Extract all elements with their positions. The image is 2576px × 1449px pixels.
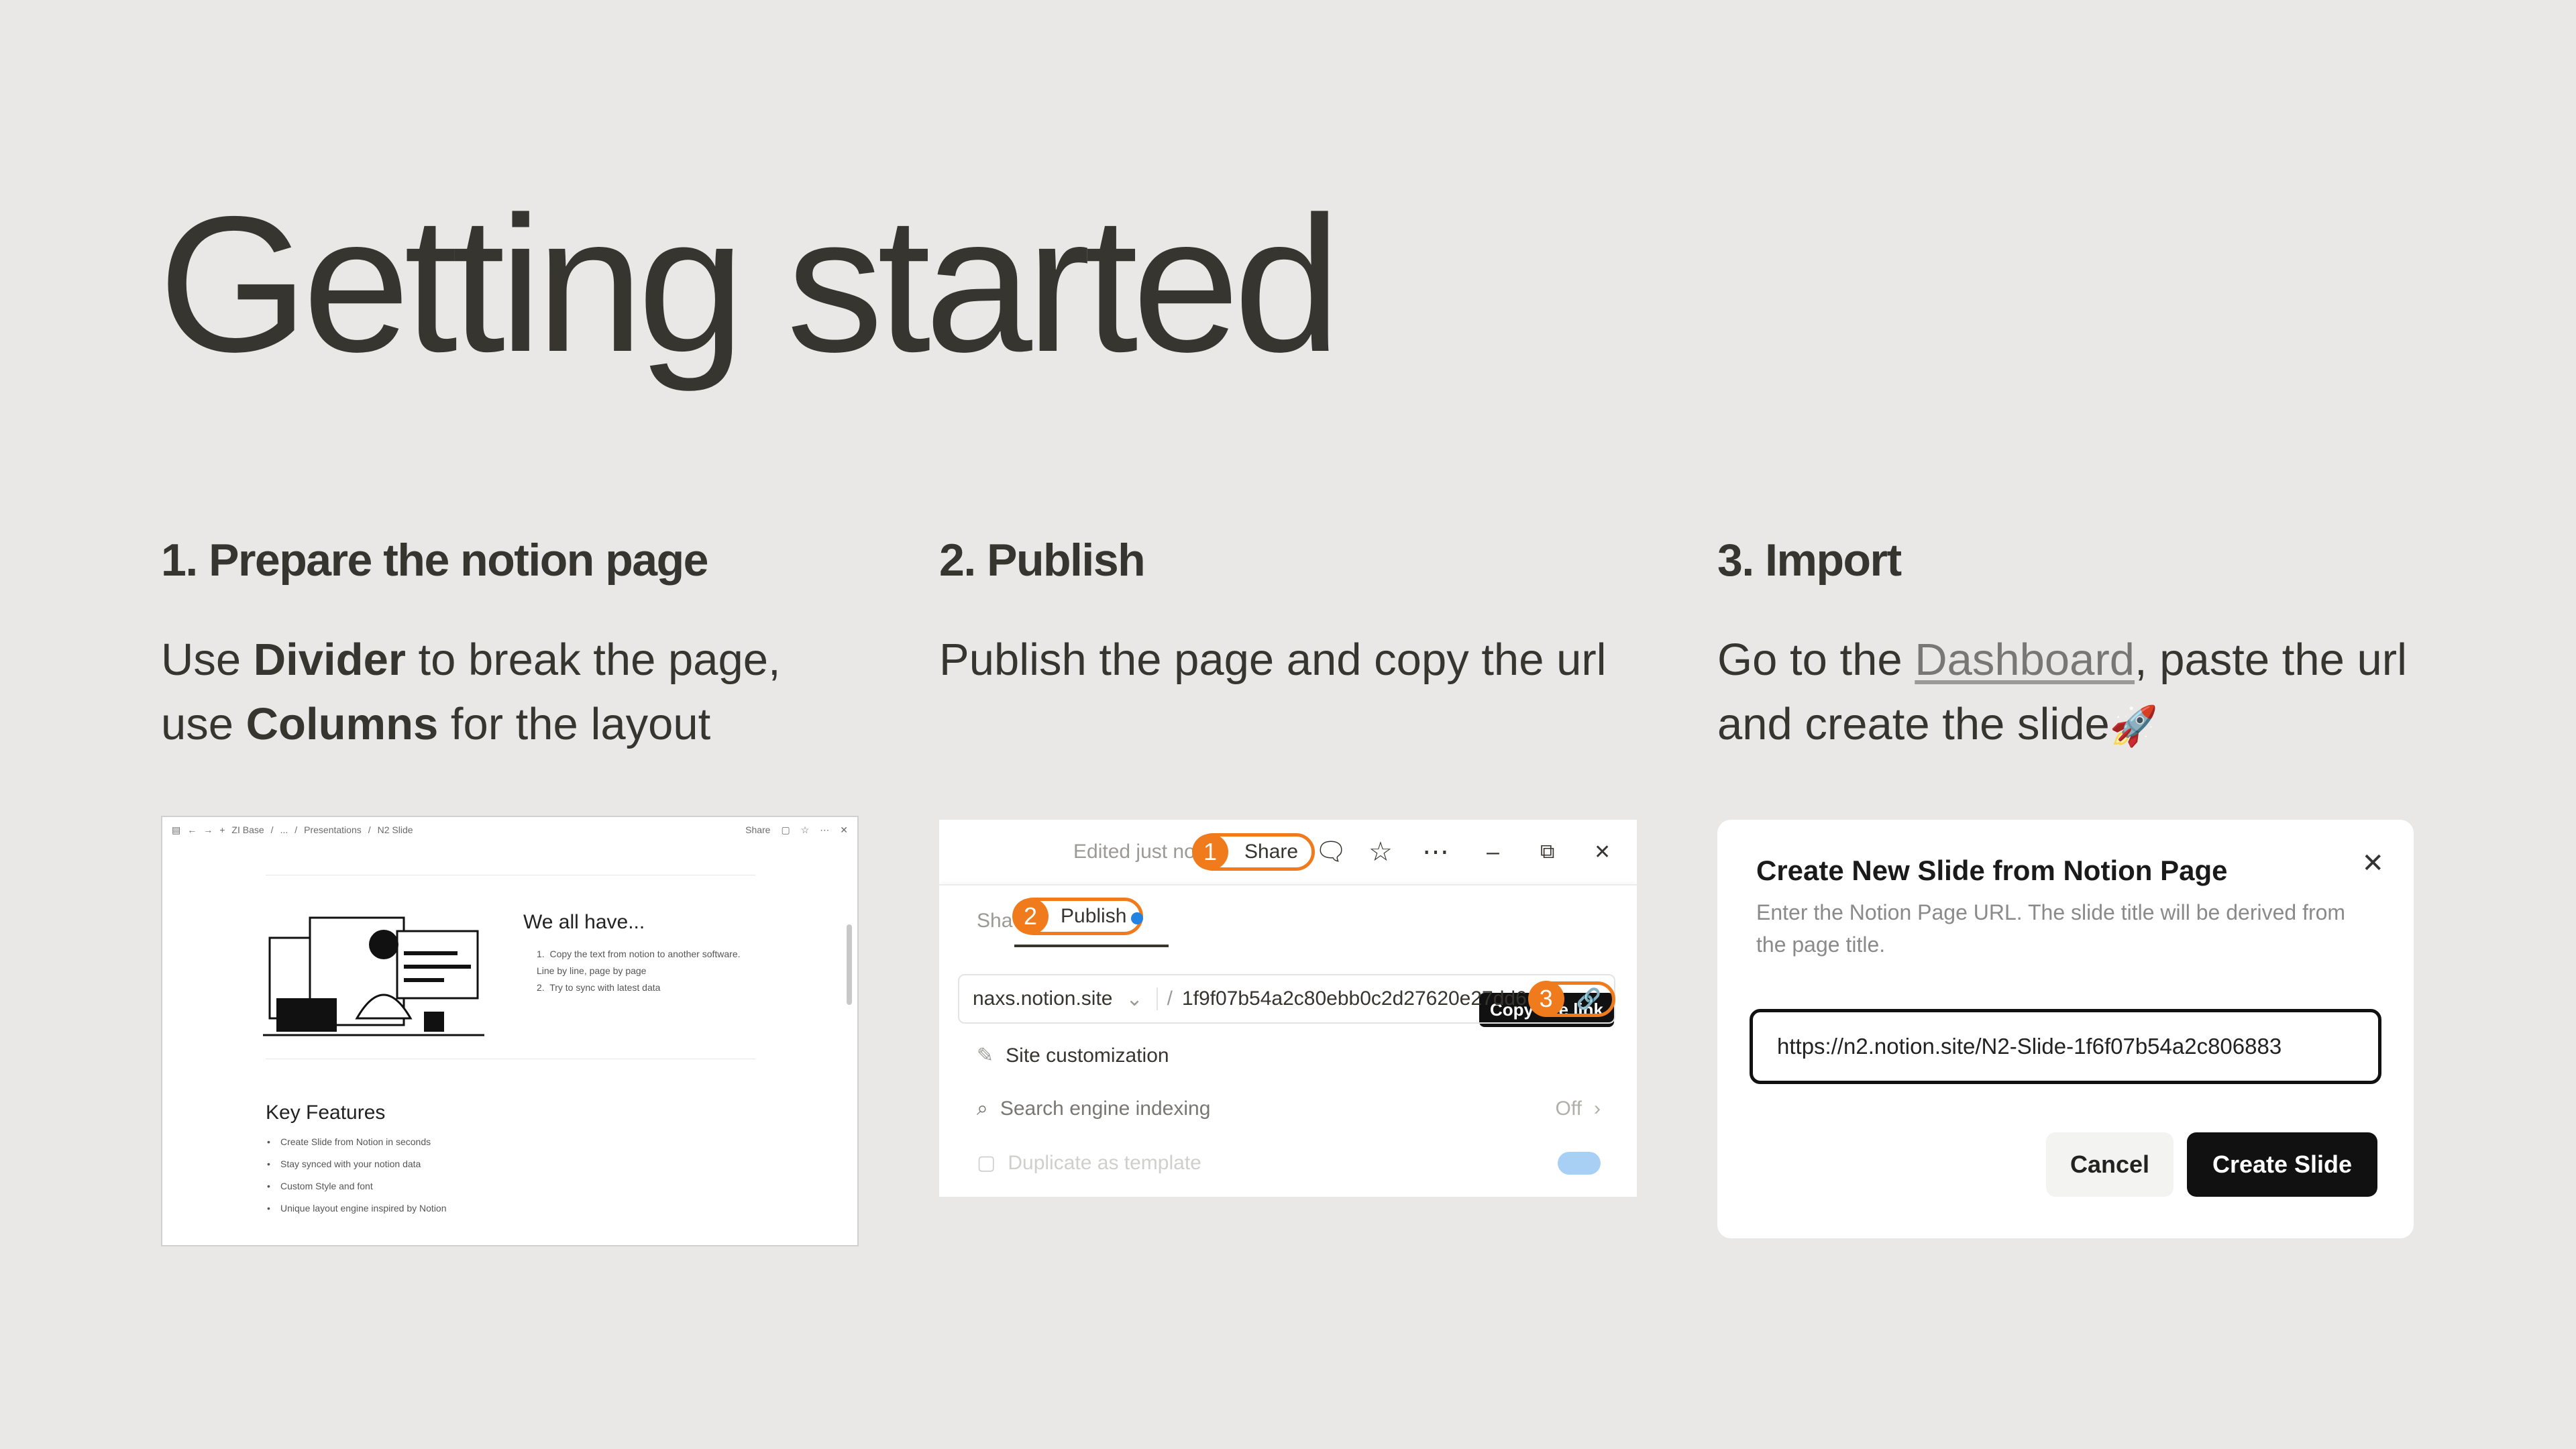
step3-heading: 3. Import <box>1717 535 1902 586</box>
dashboard-link[interactable]: Dashboard <box>1915 635 2135 685</box>
list-item: Stay synced with your notion data <box>280 1153 447 1175</box>
step2-description: Publish the page and copy the url <box>939 635 1607 685</box>
add-icon: + <box>219 824 225 835</box>
create-slide-button[interactable]: Create Slide <box>2187 1132 2377 1197</box>
scrollbar <box>847 924 852 1005</box>
page-title: Getting started <box>158 176 1341 392</box>
key-features-heading: Key Features <box>266 1102 386 1124</box>
restore-icon[interactable]: ⧉ <box>1540 841 1554 863</box>
step1-heading: 1. Prepare the notion page <box>161 535 708 586</box>
share-panel: Sha 2Publish Copy site link <box>939 884 1637 1197</box>
list-item: Custom Style and font <box>280 1175 447 1197</box>
more-icon: ⋯ <box>820 824 830 835</box>
search-engine-indexing-row[interactable]: ⌕ Search engine indexing Off › <box>977 1097 1601 1120</box>
close-icon[interactable]: ✕ <box>2361 848 2384 879</box>
forward-icon: → <box>203 824 213 835</box>
breadcrumb-item: ... <box>280 824 288 835</box>
star-icon[interactable]: ☆ <box>1368 837 1393 867</box>
step3-description: Go to the Dashboard, paste the url and c… <box>1717 635 2407 749</box>
status-dot <box>1131 912 1143 924</box>
toggle[interactable] <box>1558 1151 1601 1175</box>
step1-description: Use Divider to break the page, use Colum… <box>161 635 781 749</box>
chevron-down-icon: ⌄ <box>1126 987 1143 1010</box>
breadcrumb-item: N2 Slide <box>377 824 413 835</box>
copy-icon: ▢ <box>977 1152 996 1174</box>
step-marker: 3 <box>1527 981 1564 1017</box>
tab-publish[interactable]: 2 Publish <box>1012 898 1144 935</box>
site-path: 1f9f07b54a2c80ebb0c2d27620e27dd6 <box>1181 987 1527 1010</box>
notion-url-input[interactable]: https://n2.notion.site/N2-Slide-1f6f07b5… <box>1750 1009 2381 1084</box>
comment-icon: ▢ <box>781 824 790 835</box>
site-customization-row[interactable]: ✎ Site customization <box>977 1044 1169 1067</box>
list-item: 1. Copy the text from notion to another … <box>537 949 741 976</box>
dialog-subtitle: Enter the Notion Page URL. The slide tit… <box>1756 900 2346 957</box>
publish-screenshot: Edited just no 1 Share 🗨 ☆ ⋯ – ⧉ ✕ Sha 2P… <box>939 820 1637 1197</box>
dialog-title: Create New Slide from Notion Page <box>1756 855 2228 886</box>
copy-link-button[interactable]: 3 🔗 <box>1527 981 1615 1017</box>
list-item: 2. Try to sync with latest data <box>537 982 661 993</box>
list-item: Create Slide from Notion in seconds <box>280 1131 447 1153</box>
brush-icon: ✎ <box>977 1044 994 1067</box>
close-icon: ✕ <box>840 824 848 835</box>
sidebar-icon: ▤ <box>172 824 181 835</box>
duplicate-template-row[interactable]: ▢ Duplicate as template <box>977 1151 1601 1175</box>
illustration-image <box>263 916 484 1036</box>
step-marker: 1 <box>1192 834 1228 870</box>
site-url-field[interactable]: naxs.notion.site ⌄ / 1f9f07b54a2c80ebb0c… <box>958 974 1615 1024</box>
notion-topbar: Edited just no 1 Share 🗨 ☆ ⋯ – ⧉ ✕ <box>939 820 1637 884</box>
numbered-list: 1. Copy the text from notion to another … <box>537 946 751 996</box>
cancel-button[interactable]: Cancel <box>2046 1132 2174 1197</box>
import-dialog: Create New Slide from Notion Page ✕ Ente… <box>1717 820 2414 1238</box>
back-icon: ← <box>187 824 197 835</box>
breadcrumb-item: ZI Base <box>231 824 264 835</box>
edited-status: Edited just no <box>1073 841 1195 863</box>
more-icon[interactable]: ⋯ <box>1422 837 1449 867</box>
share-button[interactable]: 1 Share <box>1192 833 1316 871</box>
close-icon[interactable]: ✕ <box>1594 841 1611 864</box>
notion-page-screenshot: ▤ ← → + ZI Base / ... / Presentations / N2 … <box>161 816 859 1246</box>
features-list: Create Slide from Notion in seconds Stay… <box>280 1131 447 1220</box>
step-marker: 2 <box>1012 898 1049 934</box>
notion-topbar: ▤ ← → + ZI Base / ... / Presentations / N2 … <box>172 824 848 836</box>
rocket-icon: 🚀 <box>2109 704 2158 748</box>
we-all-have-heading: We all have... <box>523 911 645 933</box>
domain-select[interactable]: naxs.notion.site <box>959 987 1126 1010</box>
minimize-icon[interactable]: – <box>1487 839 1499 865</box>
list-item: Unique layout engine inspired by Notion <box>280 1197 447 1220</box>
step2-heading: 2. Publish <box>939 535 1146 586</box>
link-icon: 🔗 <box>1576 987 1601 1010</box>
comment-icon[interactable]: 🗨 <box>1315 837 1347 867</box>
share-label: Share <box>745 824 771 835</box>
path-separator: / <box>1156 987 1182 1010</box>
breadcrumb-item: Presentations <box>304 824 362 835</box>
star-icon: ☆ <box>800 824 810 835</box>
tab-underline <box>1014 945 1169 947</box>
tab-share[interactable]: Sha <box>977 910 1012 932</box>
search-icon: ⌕ <box>977 1097 988 1120</box>
